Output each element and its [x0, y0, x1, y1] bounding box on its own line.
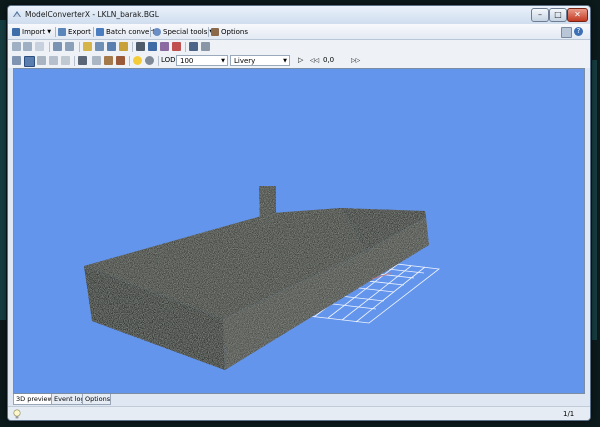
film-icon[interactable] [136, 42, 145, 51]
close-button[interactable]: ✕ [567, 8, 588, 22]
desktop-background-right [592, 60, 597, 340]
time-value: 0,0 [323, 56, 335, 64]
wireframe-icon[interactable] [49, 56, 58, 65]
3d-scene[interactable] [14, 69, 585, 394]
toolbar-separator [185, 42, 186, 52]
zoom-icon[interactable] [53, 42, 62, 51]
texture-icon[interactable] [83, 42, 92, 51]
fit-view-icon[interactable] [12, 56, 21, 65]
sun-icon[interactable] [133, 56, 142, 65]
document-icon[interactable] [201, 42, 210, 51]
toolbar-primary [8, 40, 590, 54]
light-icon[interactable] [92, 56, 101, 65]
folder-icon[interactable] [119, 42, 128, 51]
back-arrow-icon[interactable] [12, 42, 21, 51]
batch-convert-label: Batch convert [106, 27, 155, 36]
play-button[interactable]: ▷ [298, 56, 303, 64]
lod-select[interactable]: 100 ▼ [176, 55, 228, 66]
building-model [84, 186, 429, 370]
livery-select[interactable]: Livery ▼ [230, 55, 290, 66]
chevron-down-icon: ▼ [283, 58, 287, 64]
special-tools-label: Special tools [163, 27, 208, 36]
toolbar-secondary: LOD 100 ▼ Livery ▼ ▷ ◁◁ 0,0 ▷▷ [8, 54, 590, 68]
minimize-button[interactable]: – [531, 8, 549, 22]
livery-value: Livery [234, 57, 256, 65]
menu-separator [150, 27, 151, 37]
close-icon: ✕ [574, 10, 581, 19]
export-icon [58, 27, 66, 36]
toolbar-separator [158, 56, 159, 66]
lod-label: LOD [161, 56, 176, 64]
special-tools-menu[interactable]: Special tools ▼ [153, 26, 213, 37]
lod-value: 100 [180, 57, 194, 65]
3d-preview-viewport[interactable] [13, 68, 585, 394]
import-menu[interactable]: Import ▼ [12, 26, 51, 37]
options-menu[interactable]: Options [211, 26, 248, 37]
globe-icon[interactable] [145, 56, 154, 65]
menu-separator [55, 27, 56, 37]
grid-toggle-icon[interactable] [24, 56, 35, 67]
building-chimney [259, 186, 276, 227]
export-menu[interactable]: Export [58, 26, 91, 37]
help-icon[interactable]: ? [574, 27, 583, 36]
panel-icon[interactable] [561, 27, 572, 38]
page-icon[interactable] [35, 42, 44, 51]
options-icon [211, 27, 219, 36]
box-icon[interactable] [104, 56, 113, 65]
window-title: ModelConverterX - LKLN_barak.BGL [25, 10, 159, 19]
toolbar-separator [74, 56, 75, 66]
status-bar: 1/1 [8, 406, 590, 420]
import-label: Import [22, 27, 46, 36]
title-bar[interactable]: ModelConverterX - LKLN_barak.BGL – □ ✕ [8, 6, 590, 24]
toolbar-separator [132, 42, 133, 52]
page-counter: 1/1 [563, 410, 575, 418]
grid-view-icon[interactable] [95, 42, 104, 51]
app-window: ModelConverterX - LKLN_barak.BGL – □ ✕ I… [7, 5, 591, 421]
texture-mode-icon[interactable] [116, 56, 125, 65]
options-label: Options [221, 27, 249, 36]
tab-options[interactable]: Options [82, 394, 111, 405]
batch-convert-menu[interactable]: Batch convert [96, 26, 155, 37]
toolbar-separator [49, 42, 50, 52]
tab-event-log[interactable]: Event log [51, 394, 85, 405]
menu-bar: Import ▼ Export Batch convert Special to… [8, 24, 590, 40]
bulb-icon [13, 409, 21, 419]
app-logo-icon [13, 11, 21, 17]
material-icon[interactable] [148, 42, 157, 51]
import-icon [12, 27, 20, 36]
maximize-button[interactable]: □ [549, 8, 567, 22]
chevron-down-icon: ▼ [221, 58, 225, 64]
rewind-button[interactable]: ◁◁ [310, 57, 319, 64]
menu-separator [93, 27, 94, 37]
effects-icon[interactable] [160, 42, 169, 51]
hierarchy-icon[interactable] [65, 42, 74, 51]
attach-icon[interactable] [172, 42, 181, 51]
normals-icon[interactable] [61, 56, 70, 65]
menu-separator [208, 27, 209, 37]
camera-icon[interactable] [78, 56, 87, 65]
toolbar-separator [79, 42, 80, 52]
forward-button[interactable]: ▷▷ [351, 57, 360, 64]
batch-convert-icon [96, 27, 104, 36]
layers-icon[interactable] [107, 42, 116, 51]
toolbar-separator [129, 56, 130, 66]
export-label: Export [68, 27, 91, 36]
minimize-icon: – [538, 10, 542, 19]
axis-icon[interactable] [37, 56, 46, 65]
tab-3d-preview[interactable]: 3D preview [13, 394, 53, 405]
forward-arrow-icon[interactable] [23, 42, 32, 51]
special-tools-icon [153, 27, 161, 36]
desktop-background [0, 20, 6, 320]
maximize-icon: □ [554, 10, 562, 19]
monitor-icon[interactable] [189, 42, 198, 51]
chevron-down-icon: ▼ [47, 28, 52, 35]
